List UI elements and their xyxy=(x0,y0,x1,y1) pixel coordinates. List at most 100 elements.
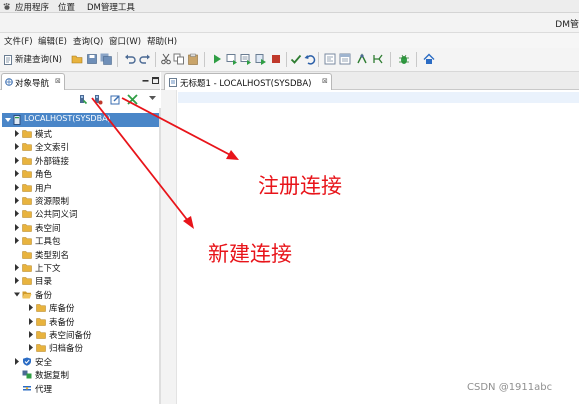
chevron-right-icon[interactable] xyxy=(14,223,20,231)
menu-edit[interactable]: 编辑(E) xyxy=(38,35,67,47)
chevron-right-icon[interactable] xyxy=(14,357,20,365)
chevron-right-icon[interactable] xyxy=(28,304,34,312)
chevron-right-icon[interactable] xyxy=(28,344,34,352)
tree-node-label: 库备份 xyxy=(49,304,75,315)
tree-node-label: 资源限制 xyxy=(35,197,70,207)
chevron-right-icon[interactable] xyxy=(14,210,20,218)
tab-object-navigator[interactable]: 对象导航 ⊠ xyxy=(1,73,65,90)
menu-file[interactable]: 文件(F) xyxy=(4,35,33,47)
tree-node[interactable]: 代理 xyxy=(0,382,158,395)
tree-node[interactable]: 资源限制 xyxy=(0,194,158,207)
navigator-tab-label: 对象导航 xyxy=(15,79,50,89)
run-line-icon[interactable] xyxy=(226,53,238,65)
view-menu-chevron-down-icon[interactable] xyxy=(147,93,158,104)
chevron-down-icon[interactable] xyxy=(5,117,11,123)
chevron-right-icon[interactable] xyxy=(28,331,34,338)
navigator-icon xyxy=(5,78,13,86)
chevron-right-icon[interactable] xyxy=(14,197,20,204)
object-navigator-panel: 对象导航 ⊠ LOCALHOST(SYSDBA) 模式 全文索引 外部链接 角色用户资… xyxy=(0,72,161,404)
chevron-right-icon[interactable] xyxy=(14,130,20,137)
tree-node[interactable]: 数据复制 xyxy=(0,368,158,381)
rollback-icon[interactable] xyxy=(304,53,316,65)
chevron-right-icon[interactable] xyxy=(14,183,20,191)
tree-node[interactable]: 类型别名 xyxy=(0,248,158,261)
menu-help[interactable]: 帮助(H) xyxy=(147,35,177,47)
disconnect-icon[interactable] xyxy=(127,94,138,105)
chevron-down-icon[interactable] xyxy=(14,291,20,298)
tree-node[interactable]: 归档备份 xyxy=(0,341,158,354)
tree-node[interactable]: 用户 xyxy=(0,181,158,194)
chevron-right-icon[interactable] xyxy=(14,143,20,151)
toolbar-separator xyxy=(416,52,417,67)
branch-icon[interactable] xyxy=(372,53,384,65)
window-title: DM管 xyxy=(555,20,579,30)
undo-icon[interactable] xyxy=(124,53,136,65)
tree-node-label: 用户 xyxy=(35,183,53,194)
tree-node[interactable]: 上下文 xyxy=(0,261,158,274)
folder-icon xyxy=(22,236,32,245)
open-folder-icon[interactable] xyxy=(71,53,83,65)
tree-node[interactable]: 表空间备份 xyxy=(0,328,158,341)
close-icon[interactable]: ⊠ xyxy=(55,77,61,85)
new-query-label: 新建查询(N) xyxy=(15,55,62,65)
paste-icon[interactable] xyxy=(187,53,199,65)
sql-format-icon[interactable] xyxy=(324,53,336,65)
tree-node[interactable]: 目录 xyxy=(0,274,158,287)
chevron-right-icon[interactable] xyxy=(28,317,34,325)
folder-icon xyxy=(22,169,32,178)
tab-untitled-query[interactable]: 无标题1 - LOCALHOST(SYSDBA) ⊠ xyxy=(164,73,332,90)
tree-node[interactable]: 角色 xyxy=(0,167,158,180)
commit-icon[interactable] xyxy=(290,53,302,65)
menu-window[interactable]: 窗口(W) xyxy=(109,35,141,47)
chevron-right-icon[interactable] xyxy=(14,170,20,178)
edit-properties-icon[interactable] xyxy=(110,94,121,105)
tree-root-label: LOCALHOST(SYSDBA) xyxy=(24,114,111,123)
server-icon xyxy=(13,115,21,125)
debug-step-icon[interactable] xyxy=(356,53,368,65)
minimize-icon[interactable] xyxy=(142,77,149,84)
tree-node-localhost[interactable]: LOCALHOST(SYSDBA) xyxy=(2,113,159,127)
tree-node[interactable]: 库备份 xyxy=(0,301,158,314)
tree-node[interactable]: 表空间 xyxy=(0,221,158,234)
system-menu-places[interactable]: 位置 xyxy=(58,1,75,13)
maximize-icon[interactable] xyxy=(152,77,159,84)
new-query-button[interactable]: 新建查询(N) xyxy=(4,52,62,68)
run-script-icon[interactable] xyxy=(240,53,252,65)
cut-icon[interactable] xyxy=(160,53,172,65)
menu-query[interactable]: 查询(Q) xyxy=(73,35,103,47)
home-icon[interactable] xyxy=(423,53,435,65)
debug-bug-icon[interactable] xyxy=(398,53,410,65)
chevron-right-icon[interactable] xyxy=(14,264,20,271)
run-icon[interactable] xyxy=(211,53,223,65)
chevron-right-icon[interactable] xyxy=(14,156,20,164)
tree-node[interactable]: 外部链接 xyxy=(0,154,158,167)
folder-icon xyxy=(22,156,32,165)
copy-icon[interactable] xyxy=(173,53,185,65)
system-menu-dm-tools[interactable]: DM管理工具 xyxy=(87,1,135,13)
tree-node[interactable]: 安全 xyxy=(0,355,158,368)
execute-plan-icon[interactable] xyxy=(255,53,267,65)
main-toolbar: 新建查询(N) xyxy=(0,48,579,72)
tree-node-label: 表空间 xyxy=(35,223,61,234)
save-all-icon[interactable] xyxy=(100,53,112,65)
stop-icon[interactable] xyxy=(270,53,282,65)
editor-current-line[interactable] xyxy=(178,92,579,103)
new-connection-icon[interactable] xyxy=(92,94,103,105)
register-connection-icon[interactable] xyxy=(77,94,88,105)
tree-node[interactable]: 公共同义词 xyxy=(0,207,158,220)
tree-node[interactable]: 模式 xyxy=(0,127,158,140)
tree-node[interactable]: 全文索引 xyxy=(0,140,158,153)
system-menu-applications[interactable]: 应用程序 xyxy=(15,1,49,13)
chevron-right-icon[interactable] xyxy=(14,277,20,285)
system-top-bar: 应用程序 位置 DM管理工具 xyxy=(0,0,579,13)
query-history-icon[interactable] xyxy=(339,53,351,65)
chevron-right-icon[interactable] xyxy=(14,237,20,245)
toolbar-separator xyxy=(204,52,205,67)
tree-node[interactable]: 表备份 xyxy=(0,315,158,328)
save-icon[interactable] xyxy=(86,53,98,65)
tree-node[interactable]: 工具包 xyxy=(0,234,158,247)
tree-node[interactable]: 备份 xyxy=(0,288,158,301)
toolbar-separator xyxy=(155,52,156,67)
redo-icon[interactable] xyxy=(139,53,151,65)
close-icon[interactable]: ⊠ xyxy=(322,77,328,85)
